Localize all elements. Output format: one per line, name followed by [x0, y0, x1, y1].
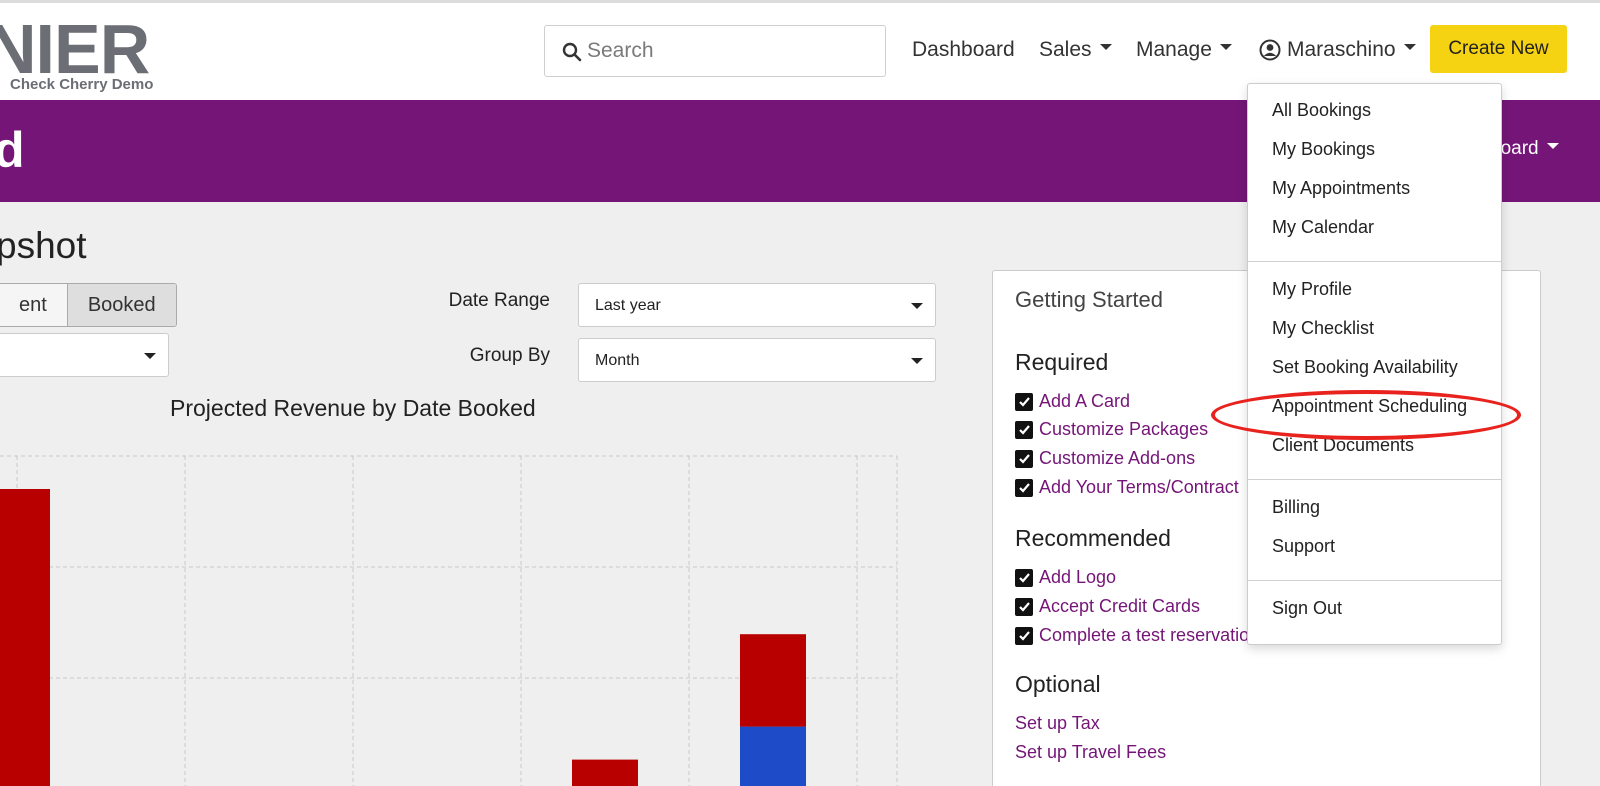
checklist-link[interactable]: Add Your Terms/Contract — [1039, 477, 1239, 498]
nav-dashboard[interactable]: Dashboard — [912, 38, 1015, 62]
menu-item-client-documents[interactable]: Client Documents — [1272, 435, 1414, 456]
search-box[interactable] — [544, 25, 886, 77]
checklist-item[interactable]: Customize Add-ons — [1015, 448, 1195, 469]
checkbox-checked-icon — [1015, 420, 1033, 439]
checkbox-checked-icon — [1015, 478, 1033, 497]
required-heading: Required — [1015, 349, 1109, 375]
checklist-link[interactable]: Customize Add-ons — [1039, 448, 1195, 469]
menu-item-my-bookings[interactable]: My Bookings — [1272, 139, 1375, 160]
nav-user-menu[interactable]: Maraschino — [1259, 38, 1416, 62]
chart-bar-segment — [0, 489, 50, 786]
revenue-mode-toggle: ent Booked — [0, 283, 177, 327]
snapshot-title: pshot — [0, 225, 87, 266]
group-by-value: Month — [595, 352, 640, 369]
chart-bar-segment — [740, 726, 806, 786]
nav-manage-label: Manage — [1136, 38, 1212, 61]
menu-item-booking-availability[interactable]: Set Booking Availability — [1272, 357, 1458, 378]
toggle-option-booked[interactable]: Booked — [66, 284, 176, 326]
date-range-value: Last year — [595, 297, 661, 314]
date-range-select[interactable]: Last year — [578, 283, 936, 327]
search-input[interactable] — [587, 35, 877, 67]
chevron-down-icon — [1219, 44, 1232, 51]
user-dropdown-menu: All Bookings My Bookings My Appointments… — [1247, 83, 1502, 645]
nav-dashboard-label: Dashboard — [912, 38, 1015, 61]
logo-subtitle: Check Cherry Demo — [10, 76, 154, 93]
group-by-label: Group By — [469, 345, 550, 366]
checklist-item[interactable]: Complete a test reservation — [1015, 625, 1259, 646]
checkbox-checked-icon — [1015, 392, 1033, 411]
chart-title: Projected Revenue by Date Booked — [170, 395, 536, 421]
date-range-label: Date Range — [448, 290, 550, 311]
page-title: d — [0, 122, 25, 178]
chevron-down-icon — [1403, 44, 1416, 50]
menu-item-my-appointments[interactable]: My Appointments — [1272, 178, 1410, 199]
menu-item-appointment-scheduling[interactable]: Appointment Scheduling — [1272, 396, 1467, 417]
menu-item-my-calendar[interactable]: My Calendar — [1272, 217, 1374, 238]
chart-bar-segment — [572, 759, 638, 786]
checkbox-checked-icon — [1015, 597, 1033, 616]
filter-select[interactable] — [0, 333, 169, 377]
chevron-down-icon — [1099, 44, 1112, 51]
group-by-select[interactable]: Month — [578, 338, 936, 382]
chart-bar-segment — [740, 634, 806, 727]
nav-sales-label: Sales — [1039, 38, 1092, 61]
chevron-down-icon — [911, 303, 923, 309]
checklist-link[interactable]: Add Logo — [1039, 567, 1116, 588]
menu-item-sign-out[interactable]: Sign Out — [1272, 598, 1342, 619]
checklist-link[interactable]: Add A Card — [1039, 391, 1130, 412]
nav-user-label: Maraschino — [1287, 38, 1396, 61]
menu-item-billing[interactable]: Billing — [1272, 497, 1320, 518]
menu-divider — [1248, 261, 1501, 262]
nav-sales[interactable]: Sales — [1039, 38, 1112, 62]
search-icon — [562, 42, 582, 62]
user-circle-icon — [1259, 39, 1281, 61]
create-new-button[interactable]: Create New — [1430, 25, 1567, 73]
revenue-chart — [0, 455, 898, 786]
checkbox-checked-icon — [1015, 568, 1033, 587]
chevron-down-icon — [144, 353, 156, 359]
menu-divider — [1248, 479, 1501, 480]
checklist-link[interactable]: Complete a test reservation — [1039, 625, 1259, 646]
optional-link[interactable]: Set up Travel Fees — [1015, 742, 1166, 763]
card-title: Getting Started — [1015, 287, 1163, 312]
menu-item-my-profile[interactable]: My Profile — [1272, 279, 1352, 300]
checkbox-checked-icon — [1015, 449, 1033, 468]
recommended-heading: Recommended — [1015, 525, 1171, 551]
menu-item-all-bookings[interactable]: All Bookings — [1272, 100, 1371, 121]
chevron-down-icon — [911, 358, 923, 364]
checklist-link[interactable]: Customize Packages — [1039, 419, 1208, 440]
checklist-item[interactable]: Add Your Terms/Contract — [1015, 477, 1239, 498]
checkbox-checked-icon — [1015, 626, 1033, 645]
checklist-item[interactable]: Add A Card — [1015, 391, 1130, 412]
nav-manage[interactable]: Manage — [1136, 38, 1232, 62]
optional-heading: Optional — [1015, 671, 1101, 697]
checklist-link[interactable]: Accept Credit Cards — [1039, 596, 1200, 617]
menu-divider — [1248, 580, 1501, 581]
toggle-option-event[interactable]: ent — [0, 284, 67, 326]
logo[interactable]: NIER — [0, 14, 150, 84]
menu-item-support[interactable]: Support — [1272, 536, 1335, 557]
checklist-item[interactable]: Customize Packages — [1015, 419, 1208, 440]
checklist-item[interactable]: Add Logo — [1015, 567, 1116, 588]
menu-item-my-checklist[interactable]: My Checklist — [1272, 318, 1374, 339]
checklist-item[interactable]: Accept Credit Cards — [1015, 596, 1200, 617]
chevron-down-icon — [1546, 142, 1559, 149]
optional-link[interactable]: Set up Tax — [1015, 713, 1100, 734]
